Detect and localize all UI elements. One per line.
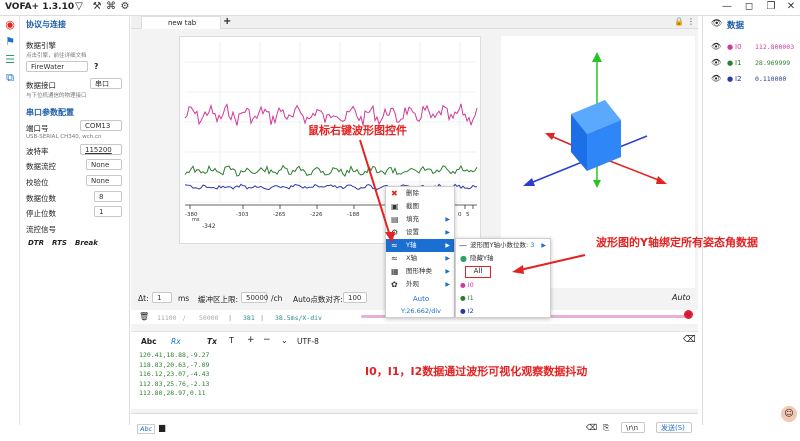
send-button-label: 发送(S)	[661, 424, 685, 432]
annotation-arrows	[359, 139, 586, 274]
annotation-y-axis: 波形图的Y轴绑定所有姿态角数据	[596, 236, 758, 249]
abc-send-button[interactable]: Abc	[137, 424, 156, 434]
annotation-data: I0，I1，I2数据通过波形可视化观察数据抖动	[365, 365, 588, 378]
annotation-right-click: 鼠标右键波形图控件	[308, 124, 407, 137]
line-ending-value: \r\n	[626, 424, 639, 432]
